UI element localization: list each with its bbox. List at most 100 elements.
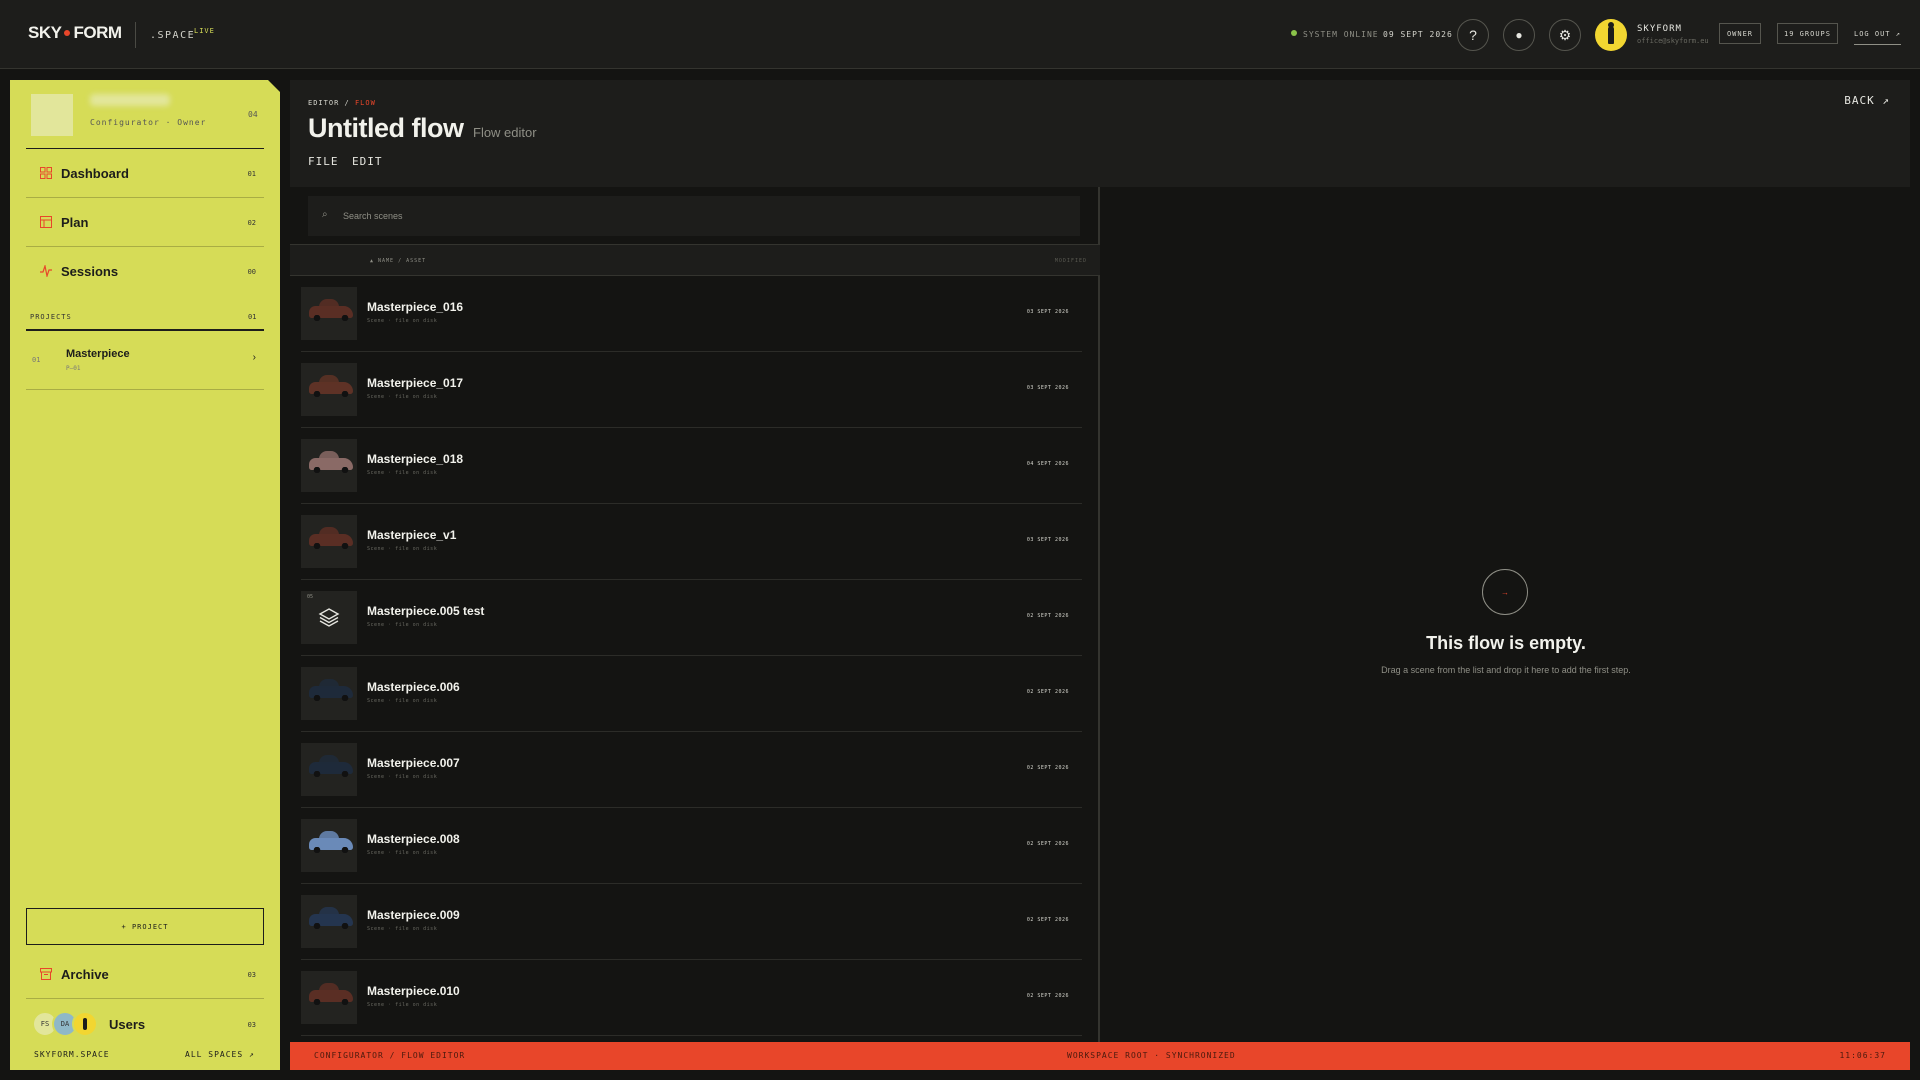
sidebar-item-dashboard[interactable]: Dashboard 01	[26, 149, 264, 197]
logo-text-right: FORM	[73, 23, 122, 42]
sidebar-item-plan[interactable]: Plan 02	[26, 198, 264, 246]
car-thumbnail-icon	[309, 375, 353, 397]
scene-name: Masterpiece_016	[367, 300, 464, 314]
menu-file[interactable]: FILE	[308, 155, 339, 168]
live-badge: LIVE	[194, 27, 215, 35]
help-button[interactable]: ?	[1457, 19, 1489, 51]
user-avatar-owner	[72, 1011, 98, 1037]
scene-thumbnail	[301, 895, 357, 948]
divider	[26, 389, 264, 390]
table-header: ▲ NAME / ASSET MODIFIED	[290, 244, 1100, 276]
pulse-icon	[40, 265, 52, 277]
car-thumbnail-icon	[309, 755, 353, 777]
breadcrumb-root[interactable]: EDITOR /	[308, 99, 350, 107]
thumb-tag: 05	[307, 594, 314, 600]
sidebar-item-label: Dashboard	[61, 166, 129, 181]
scene-name: Masterpiece_017	[367, 376, 464, 390]
scene-thumbnail: 05	[301, 591, 357, 644]
column-header-name[interactable]: ▲ NAME / ASSET	[370, 258, 426, 264]
scene-thumbnail	[301, 515, 357, 568]
logout-link[interactable]: LOG OUT ↗	[1854, 30, 1901, 45]
layers-icon	[318, 608, 340, 627]
scene-row[interactable]: Masterpiece_v1 Scene · file on disk 03 SEP…	[301, 504, 1082, 580]
brand-logo[interactable]: SKY FORM	[28, 23, 122, 43]
person-icon	[1608, 22, 1614, 44]
scene-name: Masterpiece_018	[367, 452, 464, 466]
scene-name: Masterpiece_v1	[367, 528, 457, 542]
archive-icon	[40, 968, 52, 980]
sidebar-item-count: 03	[247, 1021, 256, 1029]
status-bar: CONFIGURATOR / FLOW EDITOR WORKSPACE ROO…	[290, 1042, 1910, 1070]
scene-name: Masterpiece.005 test	[367, 604, 485, 618]
scene-meta: Scene · file on disk	[367, 926, 438, 932]
page-subtitle: Flow editor	[473, 125, 537, 140]
scene-date: 03 SEPT 2026	[1026, 309, 1069, 315]
column-header-modified[interactable]: MODIFIED	[1055, 258, 1087, 264]
scene-meta: Scene · file on disk	[367, 698, 438, 704]
space-link[interactable]: SKYFORM.SPACE	[34, 1050, 110, 1059]
editor-header: EDITOR / FLOW Untitled flow Flow editor …	[290, 80, 1910, 187]
sidebar-item-users[interactable]: FS DA Users 03	[26, 1000, 264, 1050]
project-item-masterpiece[interactable]: 01 Masterpiece P—01 ›	[26, 331, 264, 389]
scene-row[interactable]: Masterpiece_016 Scene · file on disk 03 SE…	[301, 276, 1082, 352]
search-icon: ⌕	[322, 209, 328, 220]
scene-thumbnail	[301, 287, 357, 340]
scene-row[interactable]: Masterpiece_017 Scene · file on disk 03 SE…	[301, 352, 1082, 428]
gear-icon: ⚙	[1558, 26, 1572, 43]
scene-row[interactable]: Masterpiece.007 Scene · file on disk 02 SE…	[301, 732, 1082, 808]
scene-meta: Scene · file on disk	[367, 850, 438, 856]
space-label: .SPACE	[150, 30, 196, 41]
scene-date: 02 SEPT 2026	[1026, 841, 1069, 847]
car-thumbnail-icon	[309, 527, 353, 549]
user-email: office@skyform.eu	[1637, 37, 1709, 45]
sidebar-item-count: 01	[247, 170, 256, 178]
sidebar-item-count: 03	[247, 971, 256, 979]
scene-row[interactable]: 05 Masterpiece.005 test Scene · file on di…	[301, 580, 1082, 656]
search-box: ⌕	[308, 196, 1080, 236]
groups-button[interactable]: 19 GROUPS	[1777, 23, 1838, 44]
scene-name: Masterpiece.006	[367, 680, 460, 694]
scene-thumbnail	[301, 819, 357, 872]
flow-canvas[interactable]: → This flow is empty. Drag a scene from …	[1102, 187, 1910, 1042]
top-date: 09 SEPT 2026	[1383, 30, 1453, 39]
project-code: P—01	[66, 365, 81, 372]
search-input[interactable]	[343, 208, 1043, 224]
record-button[interactable]: ●	[1503, 19, 1535, 51]
back-button[interactable]: BACK ↗	[1844, 94, 1890, 107]
divider	[26, 998, 264, 999]
user-avatar[interactable]	[1595, 19, 1627, 51]
scene-date: 02 SEPT 2026	[1026, 765, 1069, 771]
arrow-right-icon: →	[1501, 587, 1509, 597]
scene-thumbnail	[301, 439, 357, 492]
status-bar-clock: 11:06:37	[1839, 1051, 1886, 1060]
scene-row[interactable]: Masterpiece.010 Scene · file on disk 02 SE…	[301, 960, 1082, 1036]
scene-row[interactable]: Masterpiece.009 Scene · file on disk 02 SE…	[301, 884, 1082, 960]
sidebar-item-sessions[interactable]: Sessions 00	[26, 247, 264, 295]
scene-date: 03 SEPT 2026	[1026, 385, 1069, 391]
scene-date: 02 SEPT 2026	[1026, 613, 1069, 619]
workspace-role: Configurator · Owner	[90, 118, 207, 127]
add-project-button[interactable]: + PROJECT	[26, 908, 264, 945]
car-thumbnail-icon	[309, 299, 353, 321]
menu-edit[interactable]: EDIT	[352, 155, 383, 168]
scene-row[interactable]: Masterpiece.006 Scene · file on disk 02 SE…	[301, 656, 1082, 732]
workspace-count: 04	[248, 110, 258, 119]
logo-divider	[135, 22, 136, 48]
sidebar-item-count: 00	[247, 268, 256, 276]
system-status-text: SYSTEM ONLINE	[1303, 30, 1379, 39]
project-index: 01	[32, 356, 41, 364]
workspace-avatar	[31, 94, 73, 136]
settings-button[interactable]: ⚙	[1549, 19, 1581, 51]
sidebar-item-archive[interactable]: Archive 03	[26, 950, 264, 998]
top-bar: SKY FORM .SPACE LIVE SYSTEM ONLINE 09 SEP…	[0, 0, 1920, 69]
all-spaces-link[interactable]: ALL SPACES ↗	[185, 1050, 255, 1059]
role-badge[interactable]: OWNER	[1719, 23, 1761, 44]
scene-name: Masterpiece.009	[367, 908, 460, 922]
status-bar-sync: WORKSPACE ROOT · SYNCHRONIZED	[1067, 1051, 1236, 1060]
scene-row[interactable]: Masterpiece.008 Scene · file on disk 02 SE…	[301, 808, 1082, 884]
scene-row[interactable]: Masterpiece_018 Scene · file on disk 04 SE…	[301, 428, 1082, 504]
scene-list: Masterpiece_016 Scene · file on disk 03 SE…	[290, 276, 1100, 1036]
scene-meta: Scene · file on disk	[367, 546, 438, 552]
user-name: SKYFORM	[1637, 24, 1682, 34]
car-thumbnail-icon	[309, 679, 353, 701]
